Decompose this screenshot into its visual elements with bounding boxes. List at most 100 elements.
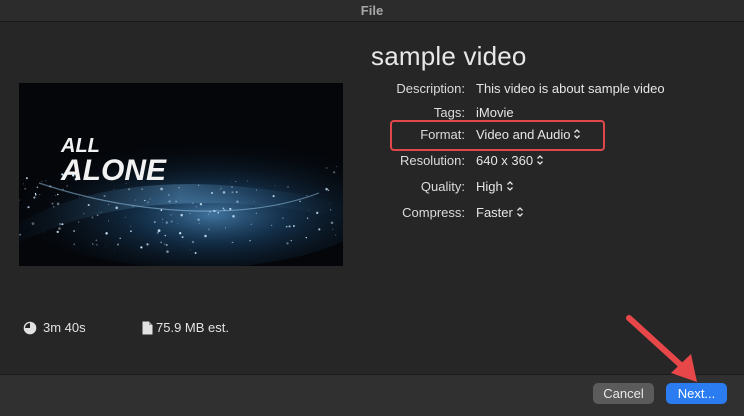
compress-popup[interactable]: Faster [476,203,524,223]
thumbnail-sparkle [147,201,149,204]
thumbnail-sparkle [180,213,183,217]
file-icon [142,321,153,335]
thumbnail-sparkle [132,206,134,208]
thumbnail-sparkle [213,209,216,213]
thumbnail-sparkle [73,230,76,232]
format-highlight-box [390,120,605,151]
thumbnail-sparkle [33,196,36,199]
thumbnail-sparkle [31,222,35,225]
thumbnail-sparkle [114,250,115,251]
thumbnail-sparkle [249,240,251,242]
thumbnail-sparkle [287,186,289,188]
description-label: Description: [396,81,465,96]
thumbnail-sparkle [232,215,235,218]
thumbnail-sparkle [56,230,59,234]
thumbnail-sparkle [135,199,137,201]
chevron-updown-icon [516,207,523,217]
thumbnail-sparkle [299,200,301,203]
thumbnail-sparkle [51,202,54,205]
compress-label: Compress: [402,205,465,220]
thumbnail-sparkle [73,243,75,246]
thumbnail-sparkle [24,187,27,190]
thumbnail-sparkle [255,212,257,214]
thumbnail-sparkle [318,228,321,231]
thumbnail-sparkle [164,234,166,237]
thumbnail-sparkle [217,211,220,214]
description-field[interactable]: This video is about sample video [476,79,665,99]
window-title: File [360,3,384,18]
cancel-button[interactable]: Cancel [593,383,654,404]
thumbnail-sparkle [230,181,232,183]
clock-icon [23,321,37,335]
thumbnail-sparkle [62,188,64,191]
thumbnail-sparkle [236,200,239,203]
thumbnail-sparkle [199,203,203,206]
thumbnail-sparkle [58,222,62,226]
thumbnail-sparkle [177,222,179,224]
thumbnail-sparkle [130,225,132,227]
thumbnail-sparkle [189,249,191,251]
thumbnail-sparkle [96,244,98,246]
thumbnail-sparkle [61,223,64,226]
thumbnail-sparkle [55,194,56,196]
thumbnail-sparkle [255,189,257,191]
description-row: Description: This video is about sample … [320,79,720,99]
thumbnail-sparkle [52,206,55,208]
thumbnail-sparkle [36,186,39,189]
thumbnail-sparkle [41,180,43,182]
thumbnail-sparkle [223,208,226,212]
thumbnail-sparkle [224,227,226,229]
thumbnail-sparkle [253,201,255,202]
thumbnail-sparkle [128,188,131,191]
thumbnail-sparkle [103,194,106,198]
thumbnail-sparkle [43,231,45,233]
thumbnail-sparkle [235,191,238,194]
thumbnail-sparkle [306,194,308,196]
thumbnail-sparkle [170,220,173,223]
thumbnail-sparkle [27,206,30,209]
thumbnail-sparkle [146,243,149,246]
next-button[interactable]: Next... [666,383,727,404]
thumbnail-sparkle [306,217,309,219]
chevron-updown-icon [506,181,513,191]
thumbnail-sparkle [39,194,41,196]
thumbnail-sparkle [292,225,295,227]
thumbnail-sparkle [168,194,170,196]
thumbnail-sparkle [197,218,200,221]
thumbnail-sparkle [288,225,291,228]
thumbnail-sparkle [231,191,234,194]
thumbnail-sparkle [192,202,194,204]
thumbnail-sparkle [286,242,289,245]
thumbnail-sparkle [189,212,191,214]
thumbnail-sparkle [144,199,146,202]
share-file-dialog: File ALL ALONE sample video Description:… [0,0,744,416]
thumbnail-sparkle [219,189,221,190]
thumbnail-sparkle [175,200,177,203]
video-title: sample video [371,41,527,71]
thumbnail-sparkle [198,184,200,186]
thumbnail-sparkle [274,185,276,187]
thumbnail-sparkle [165,221,169,224]
quality-label: Quality: [420,179,465,194]
resolution-row: Resolution: 640 x 360 [320,151,720,171]
thumbnail-sparkle [157,229,161,232]
thumbnail-sparkle [231,242,233,244]
thumbnail-sparkle [162,218,163,220]
thumbnail-text-line2: ALONE [60,154,167,187]
video-thumbnail: ALL ALONE [19,83,343,266]
thumbnail-sparkle [83,213,85,215]
quality-row: Quality: High [320,177,720,197]
thumbnail-sparkle [316,211,319,215]
quality-popup[interactable]: High [476,177,514,197]
resolution-popup[interactable]: 640 x 360 [476,151,544,171]
thumbnail-sparkle [117,243,119,246]
thumbnail-sparkle [332,171,336,174]
thumbnail-sparkle [209,211,211,213]
thumbnail-sparkle [195,206,197,208]
thumbnail-sparkle [290,239,293,242]
thumbnail-sparkle [96,214,99,217]
thumbnail-sparkle [119,237,122,240]
thumbnail-sparkle [162,221,163,223]
thumbnail-sparkle [222,207,224,209]
thumbnail-sparkle [124,216,126,218]
